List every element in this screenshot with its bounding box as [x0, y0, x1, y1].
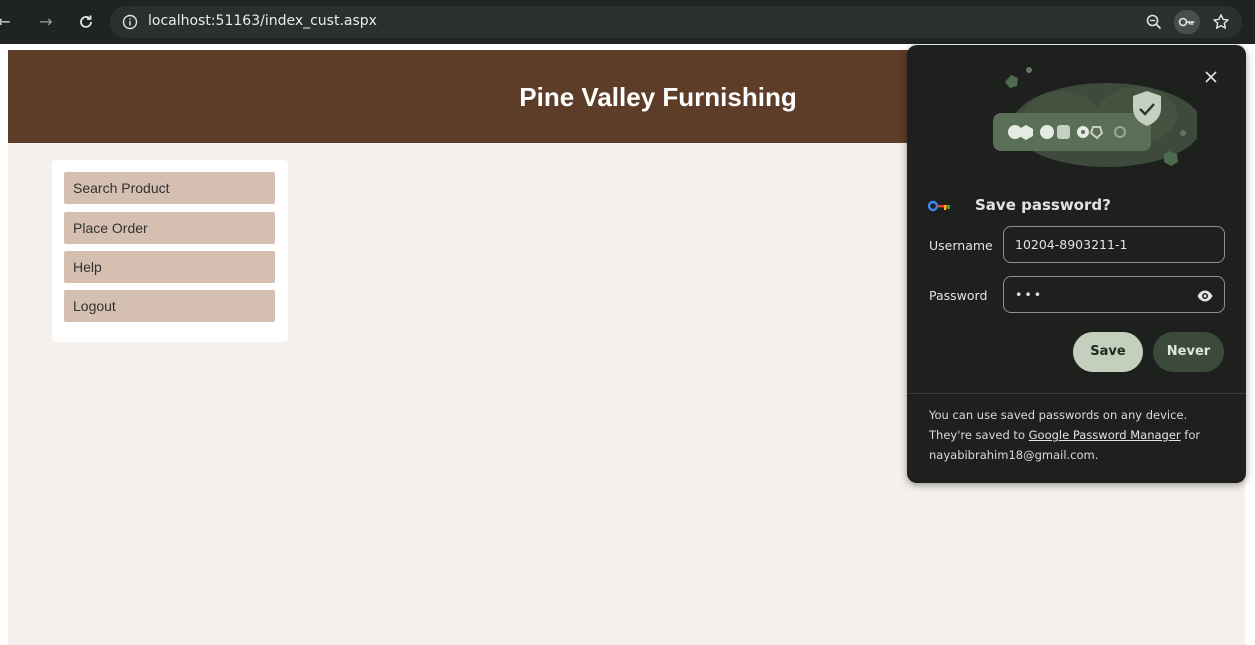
save-password-dialog: Save password? Username 10204-8903211-1 … — [907, 45, 1246, 483]
dialog-divider — [907, 393, 1246, 394]
save-button[interactable]: Save — [1073, 332, 1143, 372]
reload-icon[interactable] — [76, 12, 96, 32]
password-field[interactable]: ••• — [1003, 276, 1225, 313]
site-info-icon[interactable] — [122, 14, 138, 30]
password-label: Password — [929, 288, 988, 303]
google-password-manager-link[interactable]: Google Password Manager — [1029, 428, 1181, 442]
bookmark-star-icon[interactable] — [1212, 13, 1230, 31]
password-key-button[interactable] — [1174, 10, 1200, 34]
sidebar-item-logout[interactable]: Logout — [64, 290, 275, 322]
show-password-eye-icon[interactable] — [1196, 287, 1214, 305]
never-button[interactable]: Never — [1153, 332, 1224, 372]
password-key-icon — [1178, 17, 1195, 27]
url-text: localhost:51163/index_cust.aspx — [148, 13, 377, 29]
dialog-footer-text: You can use saved passwords on any devic… — [929, 405, 1229, 465]
sidebar-item-help[interactable]: Help — [64, 251, 275, 283]
browser-toolbar: ← → localhost:51163/index_cust.aspx — [0, 0, 1255, 44]
forward-icon[interactable]: → — [36, 12, 56, 32]
username-field[interactable]: 10204-8903211-1 — [1003, 226, 1225, 263]
sidebar-item-search-product[interactable]: Search Product — [64, 172, 275, 204]
google-key-icon — [927, 200, 950, 212]
close-icon[interactable] — [1201, 67, 1221, 87]
address-bar[interactable]: localhost:51163/index_cust.aspx — [110, 6, 1242, 38]
sidebar-menu: Search Product Place Order Help Logout — [52, 160, 288, 342]
sidebar-item-place-order[interactable]: Place Order — [64, 212, 275, 244]
zoom-icon[interactable] — [1145, 13, 1163, 31]
dialog-title: Save password? — [975, 196, 1111, 214]
username-label: Username — [929, 238, 993, 253]
back-icon[interactable]: ← — [0, 12, 14, 32]
password-illustration — [993, 67, 1197, 167]
